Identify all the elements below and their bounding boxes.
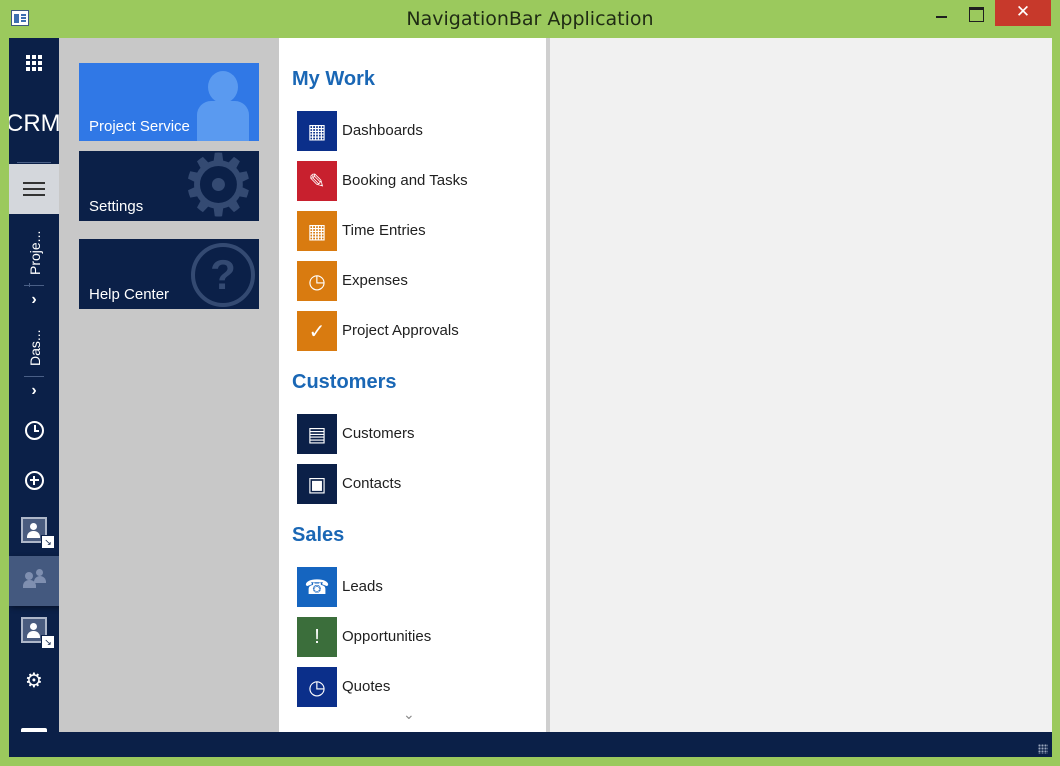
- gear-icon: ⚙: [25, 669, 43, 692]
- calendar-icon: ▦: [297, 211, 337, 251]
- create-button[interactable]: [9, 468, 59, 492]
- group-title-my-work: My Work: [292, 68, 375, 90]
- menu-item-label: Quotes: [342, 678, 391, 695]
- menu-item-label: Booking and Tasks: [342, 172, 468, 189]
- contact-card-icon: ▣: [297, 464, 337, 504]
- sitemap-menu: My Work ▦ Dashboards ✎ Booking and Tasks…: [279, 38, 546, 732]
- user-icon: ↘: [21, 617, 55, 649]
- breadcrumb-chevron-1[interactable]: ›: [9, 291, 59, 309]
- main-content-area: [550, 38, 1052, 732]
- phone-alert-icon: ☎: [297, 567, 337, 607]
- gear-icon: ⚙: [179, 151, 257, 221]
- menu-item-label: Customers: [342, 425, 415, 442]
- title-bar[interactable]: NavigationBar Application ✕: [0, 0, 1060, 38]
- window-title: NavigationBar Application: [406, 8, 654, 30]
- dashboard-icon: ▦: [297, 111, 337, 151]
- strip-divider: [24, 376, 44, 377]
- area-tiles-panel: Project Service ⚙ Settings ? Help Center: [59, 38, 279, 732]
- menu-item-time-entries[interactable]: ▦ Time Entries: [297, 211, 537, 251]
- navigation-strip: CRM Proje... › Das... › ↘ ↘ ⚙: [9, 38, 61, 734]
- help-icon: ?: [191, 243, 255, 307]
- group-title-sales: Sales: [292, 524, 345, 546]
- app-window: NavigationBar Application ✕ CRM Proje...…: [0, 0, 1060, 766]
- strip-divider: [24, 285, 44, 286]
- menu-item-label: Expenses: [342, 272, 408, 289]
- team-button[interactable]: ↘: [9, 512, 59, 549]
- menu-item-dashboards[interactable]: ▦ Dashboards: [297, 111, 537, 151]
- menu-item-contacts[interactable]: ▣ Contacts: [297, 464, 537, 504]
- resize-grip-icon[interactable]: [1038, 744, 1048, 754]
- maximize-button[interactable]: [960, 0, 992, 26]
- group-title-customers: Customers: [292, 371, 397, 393]
- menu-item-quotes[interactable]: ◷ Quotes: [297, 667, 537, 707]
- menu-item-booking-and-tasks[interactable]: ✎ Booking and Tasks: [297, 161, 537, 201]
- menu-item-expenses[interactable]: ◷ Expenses: [297, 261, 537, 301]
- menu-item-project-approvals[interactable]: ✓ Project Approvals: [297, 311, 537, 351]
- team-icon: ↘: [21, 517, 55, 549]
- menu-item-label: Contacts: [342, 475, 402, 492]
- customer-card-icon: ▤: [297, 414, 337, 454]
- tile-label: Project Service: [89, 118, 190, 135]
- recent-button[interactable]: [9, 418, 59, 442]
- menu-item-opportunities[interactable]: ! Opportunities: [297, 617, 537, 657]
- tile-project-service[interactable]: Project Service: [79, 63, 259, 141]
- hamburger-icon: [23, 182, 45, 196]
- plus-icon: [24, 470, 44, 490]
- people-icon: [23, 568, 47, 592]
- client-area: CRM Proje... › Das... › ↘ ↘ ⚙ Project Se…: [9, 38, 1052, 757]
- minimize-button[interactable]: [925, 0, 957, 26]
- document-check-icon: ✓: [297, 311, 337, 351]
- menu-toggle-button[interactable]: [9, 164, 59, 214]
- clipboard-edit-icon: ✎: [297, 161, 337, 201]
- user-button[interactable]: ↘: [9, 612, 59, 649]
- menu-item-label: Leads: [342, 578, 383, 595]
- receipt-clock-icon: ◷: [297, 261, 337, 301]
- menu-item-label: Time Entries: [342, 222, 426, 239]
- close-icon: ✕: [1015, 2, 1031, 22]
- settings-button[interactable]: ⚙: [9, 668, 59, 692]
- menu-item-leads[interactable]: ☎ Leads: [297, 567, 537, 607]
- tile-label: Settings: [89, 198, 144, 215]
- scroll-down-icon[interactable]: ⌄: [403, 706, 415, 723]
- strip-divider: [17, 162, 51, 163]
- menu-item-label: Dashboards: [342, 122, 423, 139]
- tile-settings[interactable]: ⚙ Settings: [79, 151, 259, 221]
- tile-help-center[interactable]: ? Help Center: [79, 239, 259, 309]
- menu-item-label: Project Approvals: [342, 322, 459, 339]
- history-icon: [24, 420, 44, 440]
- menu-item-label: Opportunities: [342, 628, 432, 645]
- folder-alert-icon: !: [297, 617, 337, 657]
- close-button[interactable]: ✕: [995, 0, 1051, 26]
- status-bar: [9, 732, 1052, 757]
- tile-label: Help Center: [89, 286, 170, 303]
- breadcrumb-chevron-2[interactable]: ›: [9, 382, 59, 400]
- quote-clock-icon: ◷: [297, 667, 337, 707]
- menu-item-customers[interactable]: ▤ Customers: [297, 414, 537, 454]
- breadcrumb-project-service[interactable]: Proje...: [27, 231, 43, 275]
- person-icon: [195, 71, 251, 141]
- breadcrumb-dashboards[interactable]: Das...: [27, 329, 43, 366]
- waffle-icon: [26, 55, 42, 71]
- app-launcher-button[interactable]: [9, 50, 59, 76]
- brand-label[interactable]: CRM: [9, 110, 61, 138]
